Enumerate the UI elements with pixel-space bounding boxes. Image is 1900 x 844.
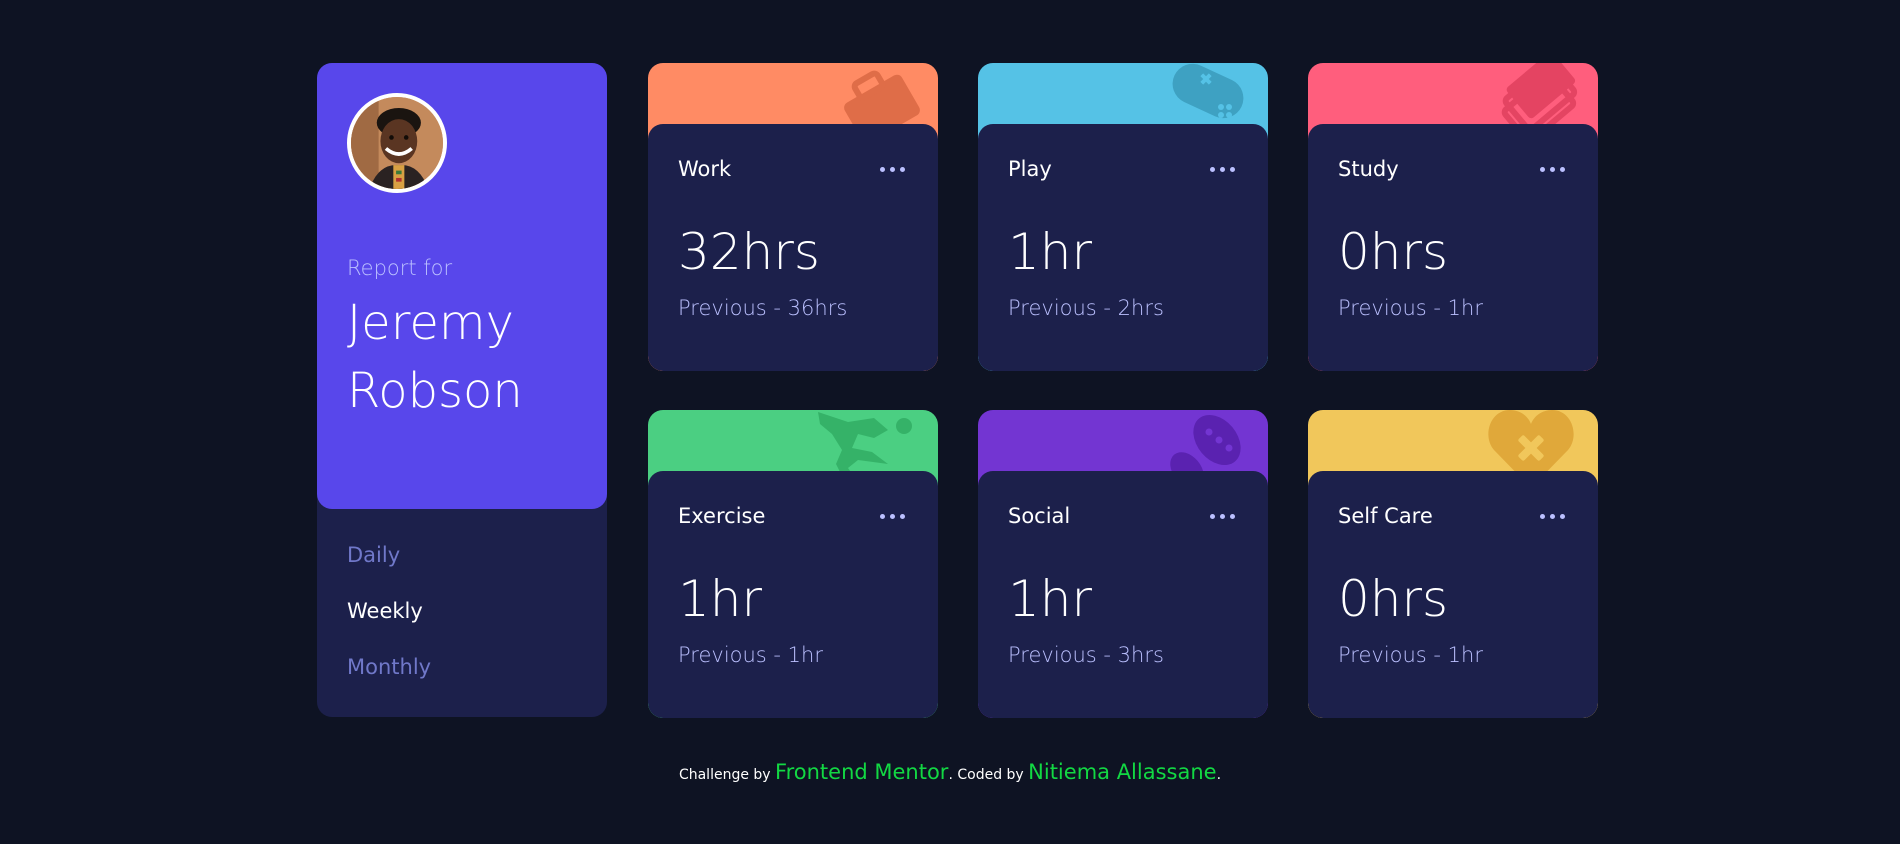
- activity-title: Social: [1008, 504, 1071, 528]
- previous-hours: Previous - 1hr: [678, 643, 823, 667]
- activity-card-exercise: Exercise 1hr Previous - 1hr: [648, 410, 938, 718]
- activity-card-study: Study 0hrs Previous - 1hr: [1308, 63, 1598, 371]
- activity-card-body: Study 0hrs Previous - 1hr: [1308, 124, 1598, 371]
- footer-period: .: [1216, 767, 1222, 783]
- activity-title: Work: [678, 157, 732, 181]
- ellipsis-icon[interactable]: [1540, 161, 1568, 177]
- ellipsis-icon[interactable]: [1210, 508, 1238, 524]
- profile-card: Report for Jeremy Robson Daily Weekly Mo…: [317, 63, 607, 717]
- activity-card-work: Work 32hrs Previous - 36hrs: [648, 63, 938, 371]
- user-first-name: Jeremy: [347, 295, 515, 351]
- activity-card-social: Social 1hr Previous - 3hrs: [978, 410, 1268, 718]
- previous-hours: Previous - 1hr: [1338, 643, 1483, 667]
- previous-hours: Previous - 2hrs: [1008, 296, 1164, 320]
- user-name: Jeremy Robson: [347, 289, 587, 425]
- previous-hours: Previous - 3hrs: [1008, 643, 1164, 667]
- activity-card-body: Work 32hrs Previous - 36hrs: [648, 124, 938, 371]
- activity-card-body: Social 1hr Previous - 3hrs: [978, 471, 1268, 718]
- current-hours: 1hr: [678, 570, 763, 628]
- ellipsis-icon[interactable]: [1540, 508, 1568, 524]
- challenge-by-text: Challenge by: [678, 767, 776, 783]
- ellipsis-icon[interactable]: [880, 508, 908, 524]
- activity-title: Play: [1008, 157, 1052, 181]
- ellipsis-icon[interactable]: [880, 161, 908, 177]
- coded-by-text: . Coded by: [948, 767, 1029, 783]
- activity-card-body: Self Care 0hrs Previous - 1hr: [1308, 471, 1598, 718]
- ellipsis-icon[interactable]: [1210, 161, 1238, 177]
- activity-card-self-care: Self Care 0hrs Previous - 1hr: [1308, 410, 1598, 718]
- tab-daily[interactable]: Daily: [347, 541, 400, 569]
- current-hours: 0hrs: [1338, 223, 1449, 281]
- user-last-name: Robson: [347, 363, 523, 419]
- tab-weekly[interactable]: Weekly: [347, 597, 423, 625]
- activity-card-body: Exercise 1hr Previous - 1hr: [648, 471, 938, 718]
- previous-hours: Previous - 1hr: [1338, 296, 1483, 320]
- avatar-image: [351, 97, 443, 189]
- activity-title: Self Care: [1338, 504, 1433, 528]
- tab-monthly[interactable]: Monthly: [347, 653, 431, 681]
- avatar: [347, 93, 447, 193]
- current-hours: 32hrs: [678, 223, 820, 281]
- current-hours: 0hrs: [1338, 570, 1449, 628]
- activity-card-body: Play 1hr Previous - 2hrs: [978, 124, 1268, 371]
- report-for-label: Report for: [347, 256, 453, 280]
- activity-title: Study: [1338, 157, 1399, 181]
- activity-card-play: Play 1hr Previous - 2hrs: [978, 63, 1268, 371]
- activity-title: Exercise: [678, 504, 766, 528]
- author-link[interactable]: Nitiema Allassane: [1028, 760, 1216, 784]
- frontend-mentor-link[interactable]: Frontend Mentor: [775, 760, 948, 784]
- period-tabs: Daily Weekly Monthly: [347, 541, 431, 709]
- attribution-footer: Challenge by Frontend Mentor. Coded by N…: [0, 760, 1900, 784]
- time-tracking-dashboard: Report for Jeremy Robson Daily Weekly Mo…: [317, 63, 1598, 718]
- current-hours: 1hr: [1008, 570, 1093, 628]
- profile-header: Report for Jeremy Robson: [317, 63, 607, 509]
- current-hours: 1hr: [1008, 223, 1093, 281]
- previous-hours: Previous - 36hrs: [678, 296, 848, 320]
